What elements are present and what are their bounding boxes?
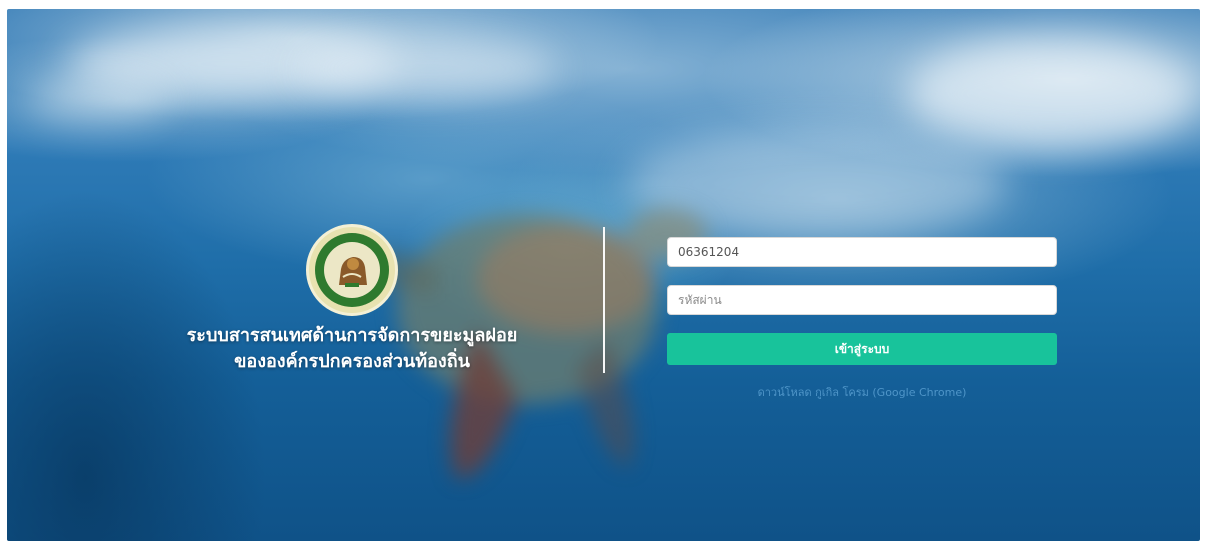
download-chrome-link[interactable]: ดาวน์โหลด กูเกิล โครม (Google Chrome) — [667, 383, 1057, 401]
system-title-line1: ระบบสารสนเทศด้านการจัดการขยะมูลฝอย — [186, 325, 518, 346]
login-button[interactable]: เข้าสู่ระบบ — [667, 333, 1057, 365]
lion-emblem-icon — [339, 257, 367, 287]
department-seal-logo — [306, 224, 398, 316]
login-page: ระบบสารสนเทศด้านการจัดการขยะมูลฝอย ขององ… — [7, 9, 1200, 541]
username-input[interactable] — [667, 237, 1057, 267]
vertical-divider — [603, 227, 605, 373]
password-input[interactable] — [667, 285, 1057, 315]
branding-block: ระบบสารสนเทศด้านการจัดการขยะมูลฝอย ขององ… — [167, 224, 537, 375]
system-title-line2: ขององค์กรปกครองส่วนท้องถิ่น — [234, 351, 470, 372]
login-form: เข้าสู่ระบบ ดาวน์โหลด กูเกิล โครม (Googl… — [667, 237, 1057, 401]
